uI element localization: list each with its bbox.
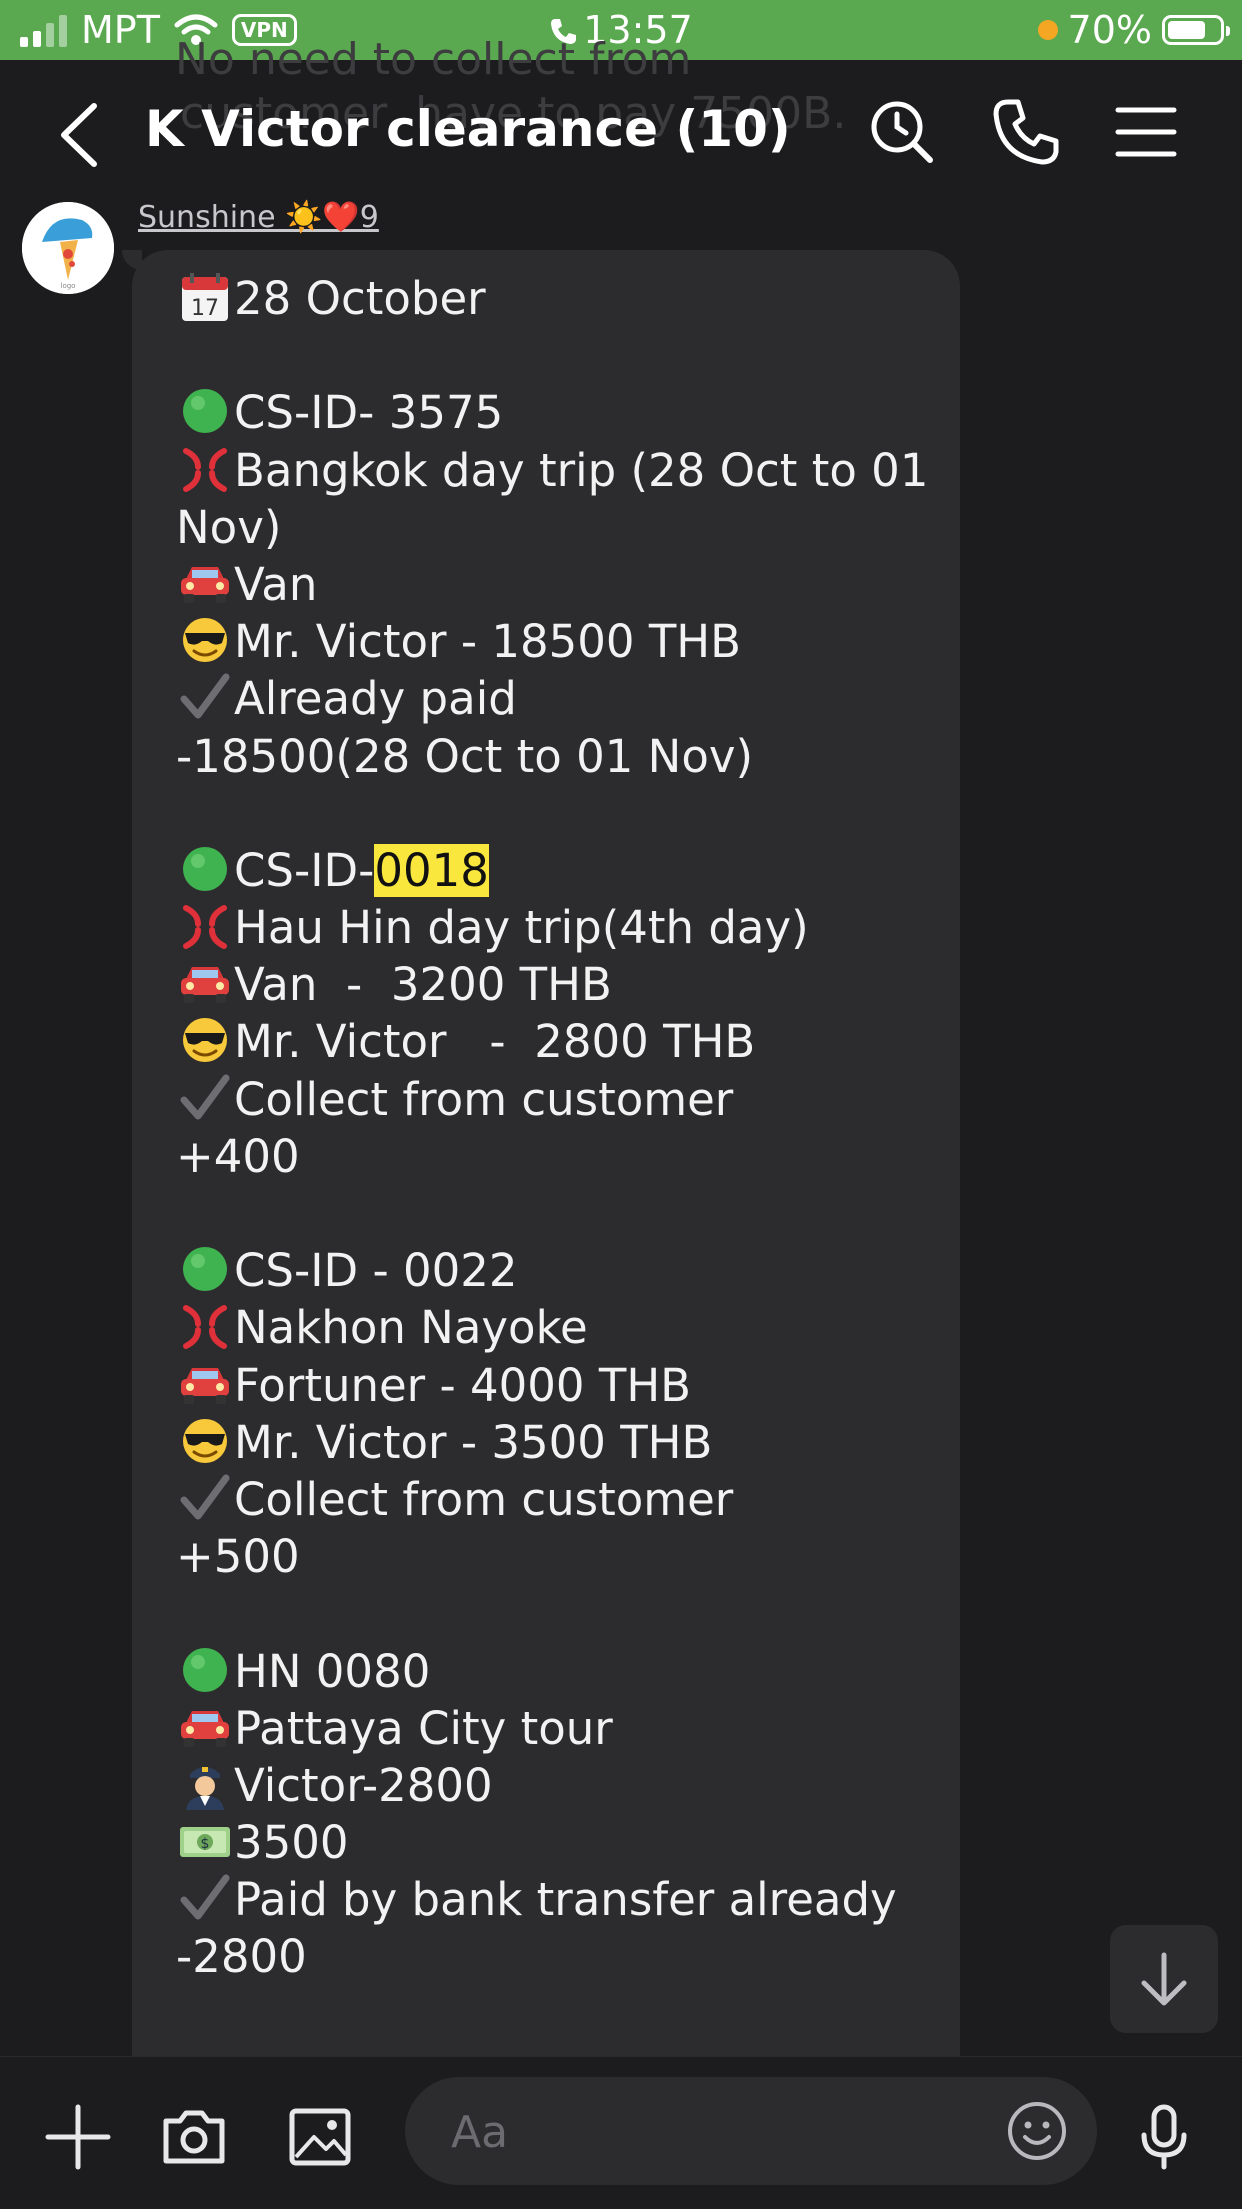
microphone-icon[interactable] bbox=[1128, 2101, 1200, 2173]
entry-trip: Pattaya City tour bbox=[176, 1700, 936, 1757]
plus-icon[interactable] bbox=[42, 2101, 114, 2173]
image-icon[interactable] bbox=[284, 2101, 356, 2173]
phone-call-icon[interactable] bbox=[990, 96, 1062, 168]
entry-id: HN 0080 bbox=[176, 1643, 936, 1700]
pilot-icon bbox=[186, 1766, 224, 1810]
entry-status: Paid by bank transfer already bbox=[176, 1871, 936, 1928]
sunglasses-face-icon bbox=[181, 1417, 229, 1465]
entry-trip: Nakhon Nayoke bbox=[176, 1299, 936, 1356]
message-input-placeholder: Aa bbox=[451, 2107, 509, 2158]
battery-percent: 70% bbox=[1067, 8, 1152, 52]
entry-id: CS-ID- 3575 bbox=[176, 384, 936, 441]
check-mark-icon bbox=[176, 1472, 234, 1524]
message-bubble[interactable]: 28 October CS-ID- 3575 Bangkok day trip … bbox=[122, 250, 960, 2080]
entry-vehicle: Fortuner - 4000 THB bbox=[176, 1357, 936, 1414]
dollar-banknote-icon bbox=[180, 1827, 230, 1858]
green-circle-icon bbox=[183, 389, 227, 434]
check-mark-icon bbox=[176, 1072, 234, 1124]
car-icon bbox=[181, 1710, 229, 1747]
entry-driver: Mr. Victor - 2800 THB bbox=[176, 1013, 936, 1070]
composer-bar: Aa bbox=[0, 2056, 1242, 2209]
entry-status: Already paid bbox=[176, 670, 936, 727]
check-mark-icon bbox=[176, 671, 234, 723]
entry-amount: -2800 bbox=[176, 1930, 307, 1984]
back-arrow-icon[interactable] bbox=[52, 100, 108, 170]
date-line: 28 October bbox=[176, 270, 936, 327]
sender-name[interactable]: Sunshine ☀️❤️9 bbox=[138, 200, 379, 235]
entry-driver: Victor-2800 bbox=[176, 1757, 936, 1814]
anger-symbol-icon bbox=[176, 443, 234, 495]
chat-header: No need to collect from customer, have t… bbox=[0, 34, 1242, 200]
entry-driver: Mr. Victor - 18500 THB bbox=[176, 613, 936, 670]
battery-icon bbox=[1162, 15, 1230, 45]
anger-symbol-icon bbox=[176, 900, 234, 952]
green-circle-icon bbox=[183, 1247, 227, 1292]
car-icon bbox=[181, 1367, 229, 1404]
entry-amount: -18500(28 Oct to 01 Nov) bbox=[176, 729, 754, 783]
entry-driver: Mr. Victor - 3500 THB bbox=[176, 1414, 936, 1471]
car-icon bbox=[181, 967, 229, 1004]
svg-text:logo: logo bbox=[61, 282, 76, 290]
car-icon bbox=[181, 566, 229, 603]
entry-trip: Hau Hin day trip(4th day) bbox=[176, 899, 936, 956]
message-text: 28 October CS-ID- 3575 Bangkok day trip … bbox=[176, 270, 936, 1986]
green-circle-icon bbox=[183, 1647, 227, 1692]
calendar-icon bbox=[182, 273, 228, 321]
menu-icon[interactable] bbox=[1110, 96, 1182, 168]
anger-symbol-icon bbox=[176, 1300, 234, 1352]
entry-id: CS-ID - 0022 bbox=[176, 1242, 936, 1299]
entry-id: CS-ID-0018 bbox=[176, 842, 936, 899]
entry-vehicle: Van - 3200 THB bbox=[176, 956, 936, 1013]
scroll-to-bottom-button[interactable] bbox=[1110, 1925, 1218, 2033]
search-history-icon[interactable] bbox=[866, 96, 938, 168]
entry-trip: Bangkok day trip (28 Oct to 01 Nov) bbox=[176, 443, 929, 554]
entry-status: Collect from customer bbox=[176, 1071, 936, 1128]
search-highlight: 0018 bbox=[374, 843, 489, 897]
sender-avatar[interactable]: logo bbox=[22, 202, 114, 294]
green-circle-icon bbox=[183, 846, 227, 891]
entry-amount: +500 bbox=[176, 1530, 300, 1584]
camera-icon[interactable] bbox=[158, 2101, 230, 2173]
chat-title[interactable]: K Victor clearance (10) bbox=[145, 100, 791, 158]
emoji-icon[interactable] bbox=[1005, 2099, 1069, 2163]
entry-vehicle: Van bbox=[176, 556, 936, 613]
sunglasses-face-icon bbox=[181, 1016, 229, 1064]
mic-indicator-dot bbox=[1037, 20, 1058, 40]
status-right: 70% bbox=[1037, 8, 1230, 52]
sunglasses-face-icon bbox=[181, 616, 229, 664]
message-input[interactable]: Aa bbox=[405, 2077, 1097, 2185]
faded-previous-message-line-1: No need to collect from bbox=[175, 34, 692, 85]
entry-status: Collect from customer bbox=[176, 1471, 936, 1528]
entry-cash: 3500 bbox=[176, 1814, 936, 1871]
check-mark-icon bbox=[176, 1872, 234, 1924]
arrow-down-icon bbox=[1141, 1952, 1187, 2006]
entry-amount: +400 bbox=[176, 1129, 300, 1183]
